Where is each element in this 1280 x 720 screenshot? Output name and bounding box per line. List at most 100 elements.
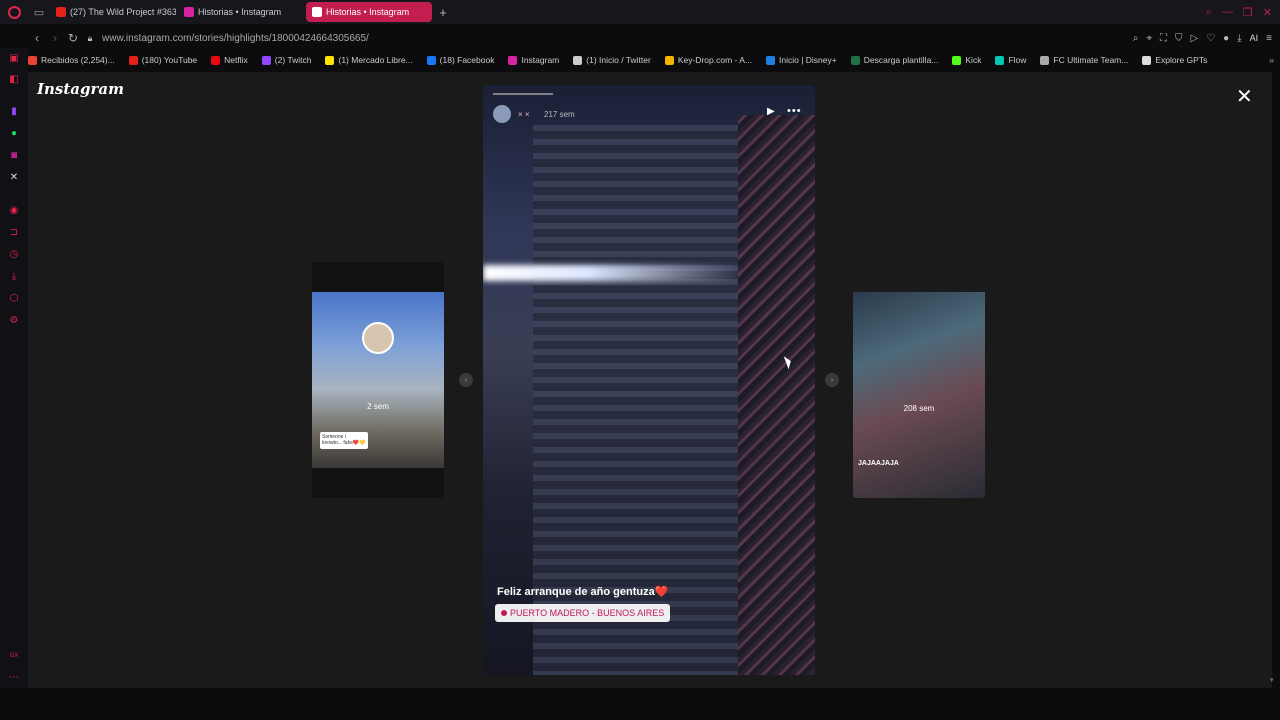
bookmark-item[interactable]: Inicio | Disney+ [766,55,837,65]
adblock-shield-icon[interactable]: ⛉ [1175,33,1183,44]
bookmark-item[interactable]: (1) Mercado Libre... [325,55,413,65]
more-options-icon[interactable]: ••• [787,105,802,117]
snapshot-icon[interactable]: ⛶ [1160,33,1167,44]
search-tabs-icon[interactable]: ⌕ [1206,6,1212,19]
bookmark-item[interactable]: Explore GPTs [1142,55,1207,65]
active-story[interactable]: × × 217 sem ▶ ••• Feliz arranque de año … [483,85,815,675]
bookmark-label: Kick [965,55,982,65]
bookmark-favicon-icon [28,55,37,65]
previous-story-button[interactable]: ‹ [459,373,473,387]
back-button[interactable]: ‹ [28,31,46,45]
zoom-icon[interactable]: ⌕ [1133,33,1139,44]
instagram-logo[interactable]: Instagram [37,80,124,98]
tab-instagram-stories[interactable]: Historias • Instagram [178,2,304,22]
previous-story-note: Someone i knowto... fabs❤️💛 [320,432,368,449]
player-icon[interactable]: ▷ [1191,33,1199,44]
downloads-sidebar-icon[interactable]: ⤓ [8,271,20,283]
profile-icon[interactable]: ● [1223,33,1229,44]
story-caption: Feliz arranque de año gentuza❤️ [497,586,669,598]
download-icon[interactable]: ⤓ [1237,33,1241,44]
bookmark-item[interactable]: (18) Facebook [426,55,495,65]
bookmarks-sidebar-icon[interactable]: ⊐ [8,227,20,239]
story-username[interactable]: × × [518,110,530,119]
bookmark-label: Flow [1008,55,1027,65]
easy-setup-icon[interactable]: ≡ [1266,33,1272,44]
tab-bar: ▭ (27) The Wild Project #363 Historias •… [0,0,1280,24]
bookmark-item[interactable]: Kick [952,55,981,65]
twitch-icon[interactable]: ▮ [8,106,20,118]
bookmark-label: Recibidos (2,254)... [41,55,115,65]
bookmarks-bar: Recibidos (2,254)... (180) YouTube Netflix… [28,52,1280,68]
previous-story-preview[interactable]: 2 sem Someone i knowto... fabs❤️💛 [312,262,444,498]
instagram-story-viewer: Instagram ✕ 2 sem Someone i knowto... fa… [28,72,1272,688]
reload-button[interactable]: ↻ [64,31,82,45]
scroll-down-icon[interactable]: ▾ [1270,676,1274,684]
bookmark-label: Instagram [521,55,560,65]
location-sticker[interactable]: PUERTO MADERO - BUENOS AIRES [495,604,671,622]
bookmark-favicon-icon [508,55,518,65]
youtube-icon [56,7,66,17]
bookmark-label: Explore GPTs [1155,55,1208,65]
next-story-button[interactable]: › [825,373,839,387]
minimize-button[interactable]: — [1222,6,1233,19]
sidebar: ▣ ◧ ▮ ● ◙ ✕ ◉ ⊐ ◷ ⤓ ⬡ ⚙ GX ⋯ [0,48,28,688]
forward-button[interactable]: › [46,31,64,45]
url-field[interactable]: www.instagram.com/stories/highlights/180… [102,33,369,44]
bookmark-favicon-icon [1040,55,1050,65]
bookmark-favicon-icon [952,55,962,65]
bookmark-favicon-icon [128,55,138,65]
bookmark-favicon-icon [325,55,335,65]
bookmark-item[interactable]: FC Ultimate Team... [1040,55,1128,65]
bookmark-label: Descarga plantilla... [863,55,939,65]
tab-islands-icon[interactable]: ▭ [28,0,50,24]
x-twitter-icon[interactable]: ✕ [8,172,20,184]
bookmark-item[interactable]: Netflix [211,55,248,65]
bookmark-label: (18) Facebook [439,55,495,65]
bookmark-favicon-icon [426,55,436,65]
aria-ai-button[interactable]: AI [1250,33,1259,43]
pin-icon[interactable]: ⌖ [1146,33,1152,44]
settings-icon[interactable]: ⚙ [8,315,20,327]
more-options-icon[interactable]: ⋯ [8,672,20,684]
bookmarks-overflow-icon[interactable]: » [1269,55,1280,65]
bookmark-label: Inicio | Disney+ [779,55,837,65]
bookmark-item[interactable]: Flow [995,55,1026,65]
bookmark-item[interactable]: Instagram [508,55,559,65]
bookmark-favicon-icon [573,55,583,65]
story-progress-bar [493,93,553,95]
bookmark-item[interactable]: (180) YouTube [128,55,198,65]
instagram-icon[interactable]: ◙ [8,150,20,162]
bookmark-item[interactable]: (1) Inicio / Twitter [573,55,651,65]
next-story-preview[interactable]: 208 sem JAJAAJAJA [853,262,985,498]
bookmark-item[interactable]: Recibidos (2,254)... [28,55,115,65]
bookmark-label: (1) Mercado Libre... [338,55,413,65]
history-icon[interactable]: ◷ [8,249,20,261]
bookmark-item[interactable]: (2) Twitch [261,55,311,65]
close-window-button[interactable]: ✕ [1263,6,1272,19]
bookmark-favicon-icon [1142,55,1152,65]
opera-menu-icon[interactable] [0,0,28,24]
bookmark-item[interactable]: Descarga plantilla... [850,55,939,65]
lock-icon[interactable]: 🔒︎ [82,33,98,44]
address-bar: ‹ › ↻ 🔒︎ www.instagram.com/stories/highl… [28,27,1280,49]
gx-control-icon[interactable]: ◧ [8,74,20,86]
story-image-light [483,265,743,281]
gx-label[interactable]: GX [6,650,22,662]
bookmark-item[interactable]: Key-Drop.com - A... [664,55,752,65]
previous-story-time: 2 sem [367,402,389,411]
extensions-icon[interactable]: ⬡ [8,293,20,305]
heart-icon[interactable]: ♡ [1206,33,1215,44]
tab-wild-project[interactable]: (27) The Wild Project #363 [50,2,176,22]
play-icon[interactable]: ▶ [767,106,775,117]
player-sidebar-icon[interactable]: ◉ [8,205,20,217]
avatar[interactable] [493,105,511,123]
close-story-button[interactable]: ✕ [1236,84,1253,109]
story-time: 217 sem [544,110,575,119]
maximize-button[interactable]: ❐ [1243,6,1253,19]
whatsapp-icon[interactable]: ● [8,128,20,140]
gx-corner-icon[interactable]: ▣ [8,53,20,65]
bookmark-label: (180) YouTube [141,55,198,65]
next-story-image [853,292,985,498]
tab-instagram-stories-active[interactable]: Historias • Instagram [306,2,432,22]
new-tab-button[interactable]: + [434,5,452,20]
